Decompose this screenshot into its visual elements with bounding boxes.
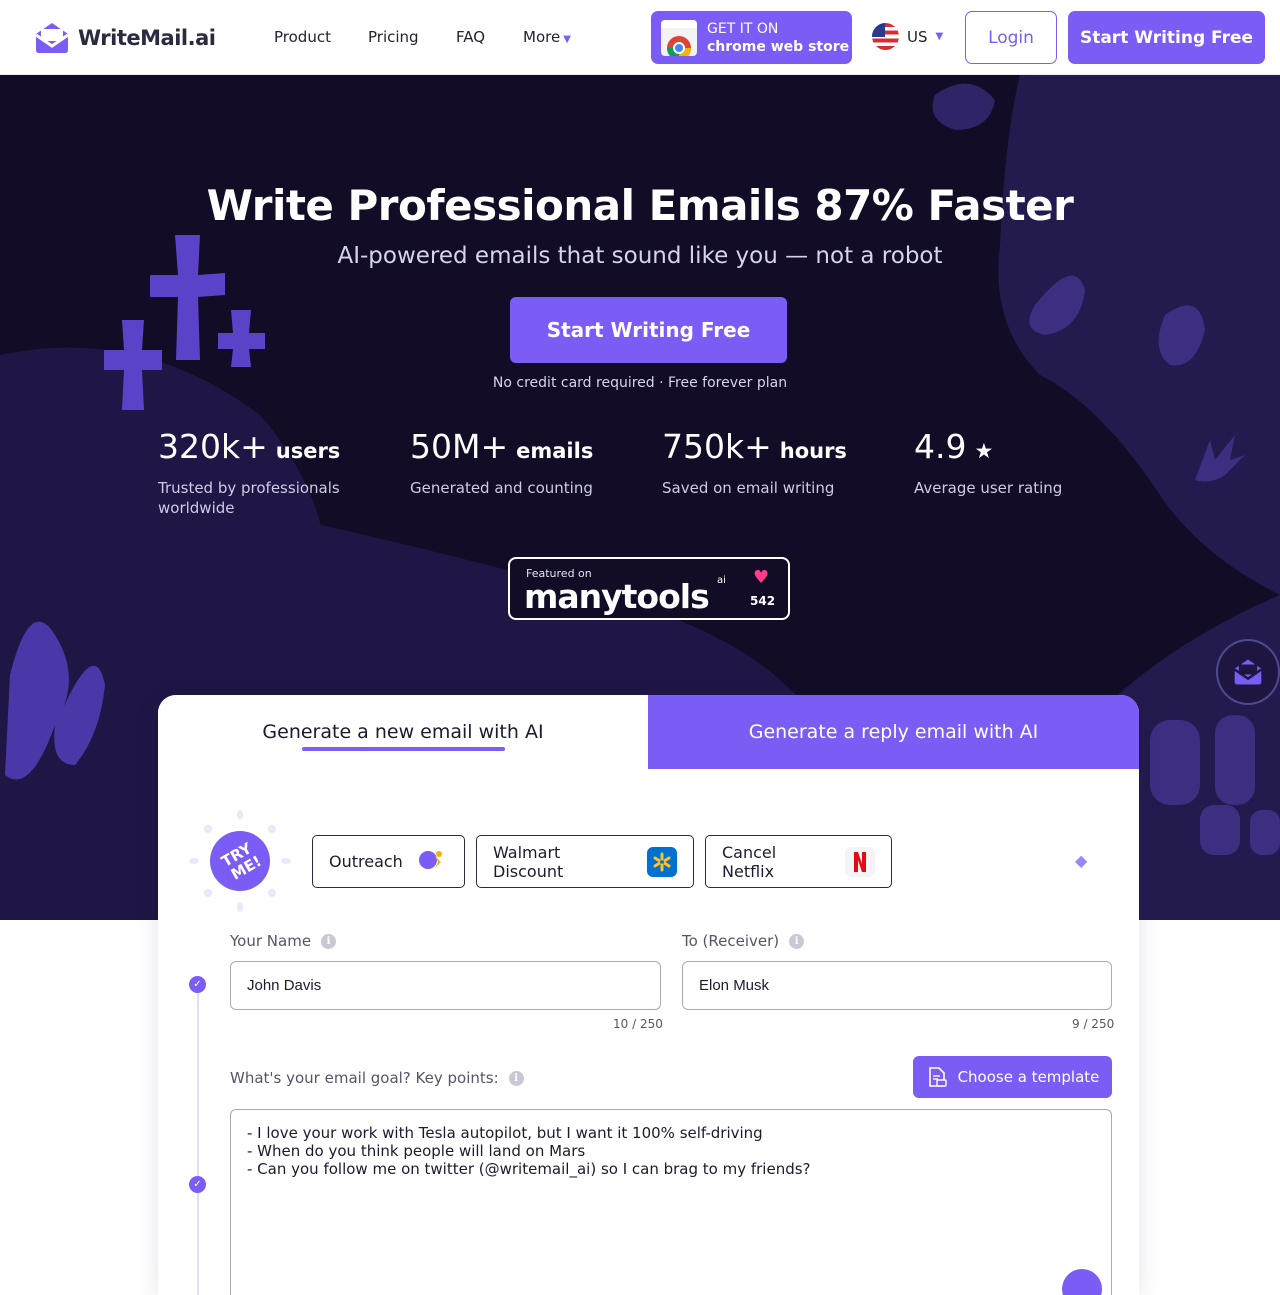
stat-description: Generated and counting (410, 479, 593, 497)
active-tab-indicator (302, 747, 505, 751)
heart-icon: ♥ (753, 567, 770, 588)
nav-product-link[interactable]: Product (274, 28, 331, 46)
receiver-label: To (Receiver) i (682, 932, 805, 950)
stat-emails: 50M+ emails Generated and counting (410, 427, 600, 498)
name-char-counter: 10 / 250 (613, 1017, 663, 1031)
hero-subtitle: AI-powered emails that sound like you — … (337, 243, 943, 269)
your-name-label: Your Name i (230, 932, 337, 950)
hero-start-writing-button[interactable]: Start Writing Free (510, 297, 787, 363)
your-name-label-text: Your Name (230, 932, 312, 950)
email-goal-textarea[interactable]: - I love your work with Tesla autopilot,… (230, 1109, 1112, 1295)
template-document-icon (928, 1067, 947, 1087)
stat-unit: hours (779, 439, 847, 463)
caret-down-icon: ▼ (935, 31, 944, 42)
stat-description: Saved on email writing (662, 479, 835, 497)
step-check-icon: ✓ (189, 976, 206, 993)
star-icon: ★ (974, 439, 994, 463)
hero-title: Write Professional Emails 87% Faster (206, 181, 1074, 230)
receiver-input[interactable]: Elon Musk (682, 961, 1112, 1010)
info-icon[interactable]: i (789, 933, 805, 949)
stat-rating: 4.9 ★ Average user rating (914, 427, 1104, 498)
envelope-logo-icon (1233, 659, 1263, 685)
top-nav: WriteMail.ai Product Pricing FAQ More ▼ G… (0, 0, 1280, 75)
chip-label: Walmart Discount (493, 842, 564, 881)
brand-name: WriteMail.ai (78, 26, 216, 50)
envelope-logo-icon (35, 23, 69, 53)
chrome-logo-icon (661, 19, 697, 56)
stat-users: 320k+ users Trusted by professionals worl… (158, 427, 348, 518)
choose-template-button[interactable]: Choose a template (913, 1056, 1112, 1098)
login-button[interactable]: Login (965, 11, 1057, 64)
chip-label: Outreach (329, 852, 403, 871)
example-outreach-chip[interactable]: Outreach (312, 835, 465, 888)
step-check-icon: ✓ (189, 1176, 206, 1193)
stat-unit: emails (516, 439, 594, 463)
netflix-icon (845, 846, 875, 877)
walmart-spark-icon (647, 846, 677, 877)
stat-hours: 750k+ hours Saved on email writing (662, 427, 852, 498)
nav-start-writing-button[interactable]: Start Writing Free (1068, 11, 1265, 64)
stat-value: 50M+ (410, 427, 509, 466)
tab-generate-new[interactable]: Generate a new email with AI (158, 695, 648, 769)
chrome-line2: chrome web store (707, 38, 850, 55)
stat-value: 750k+ (662, 427, 772, 466)
receiver-char-counter: 9 / 250 (1072, 1017, 1115, 1031)
email-generator-card: Generate a new email with AI Generate a … (158, 695, 1139, 1295)
your-name-input[interactable]: John Davis (230, 961, 661, 1010)
floating-assistant-button[interactable] (1216, 639, 1280, 705)
locale-label: US (907, 27, 928, 46)
nav-faq-link[interactable]: FAQ (456, 28, 485, 46)
chrome-store-button[interactable]: GET IT ON chrome web store (651, 11, 852, 64)
hero-note: No credit card required · Free forever p… (492, 375, 788, 391)
choose-template-label: Choose a template (957, 1068, 1100, 1086)
person-idea-icon (414, 845, 448, 878)
brand-logo[interactable]: WriteMail.ai (32, 20, 216, 56)
nav-more-label: More (523, 28, 561, 46)
caret-down-icon: ▼ (563, 34, 571, 45)
example-netflix-chip[interactable]: Cancel Netflix (705, 835, 892, 888)
locale-selector[interactable]: US ▼ (872, 23, 943, 50)
badge-suffix: ai (717, 575, 726, 586)
more-examples-icon[interactable]: ◆ (1075, 851, 1087, 870)
manytools-badge[interactable]: Featured on manytools ai ♥ 542 (508, 557, 790, 620)
try-me-sticker: TRY ME! (189, 810, 291, 912)
receiver-label-text: To (Receiver) (682, 932, 780, 950)
badge-brand-name: manytools (524, 577, 710, 616)
stat-value: 4.9 (914, 427, 967, 466)
us-flag-icon (872, 23, 899, 50)
step-progress-line (197, 985, 199, 1295)
info-icon[interactable]: i (321, 933, 337, 949)
tab-generate-new-label: Generate a new email with AI (262, 721, 544, 743)
stat-unit: users (275, 439, 341, 463)
nav-more-menu[interactable]: More ▼ (523, 28, 571, 46)
info-icon[interactable]: i (508, 1070, 524, 1086)
email-goal-label-text: What's your email goal? Key points: (230, 1069, 499, 1087)
nav-pricing-link[interactable]: Pricing (368, 28, 419, 46)
chrome-line1: GET IT ON (707, 20, 779, 37)
badge-vote-count: 542 (750, 594, 776, 608)
stat-description: Average user rating (914, 479, 1063, 497)
tab-generate-reply[interactable]: Generate a reply email with AI (648, 695, 1139, 769)
chip-label: Cancel Netflix (722, 842, 777, 881)
email-goal-label: What's your email goal? Key points: i (230, 1069, 524, 1087)
example-walmart-chip[interactable]: Walmart Discount (476, 835, 694, 888)
stat-value: 320k+ (158, 427, 268, 466)
stat-description: Trusted by professionals worldwide (158, 479, 340, 517)
